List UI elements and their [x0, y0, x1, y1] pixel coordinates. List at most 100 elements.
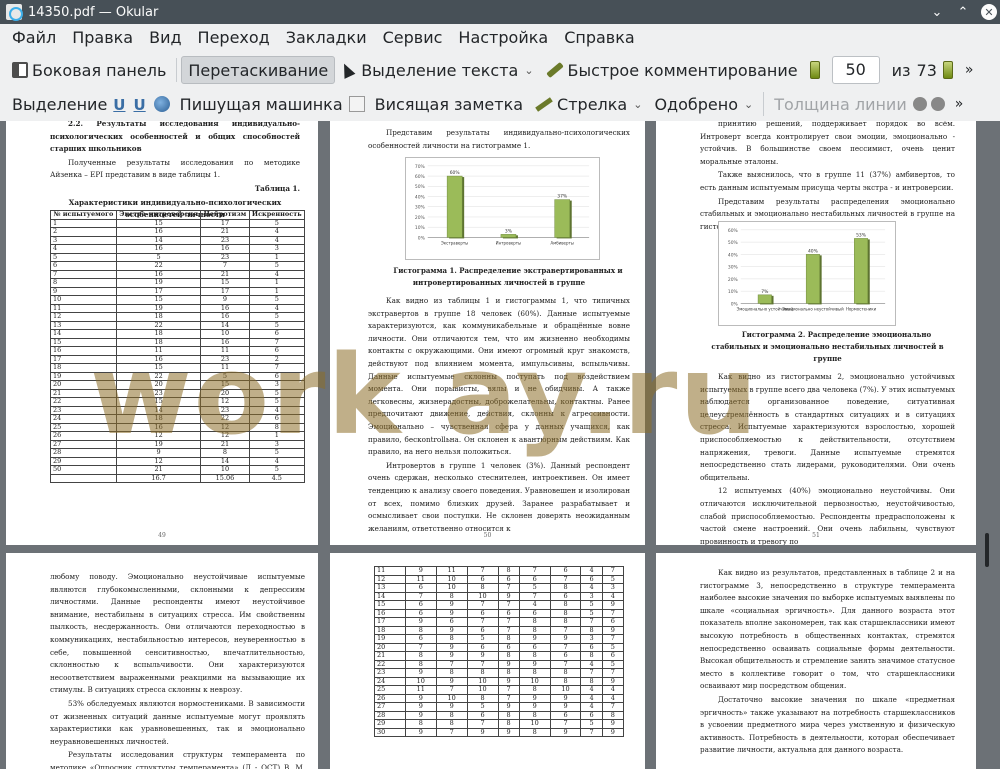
browse-tool-button[interactable]: Перетаскивание [181, 56, 336, 84]
table-row: 20 7 9 6 6 6 7 6 5 [374, 642, 625, 652]
table-cell: 9 [435, 702, 468, 712]
table-label: Таблица 1. [254, 183, 300, 193]
table-cell: 8 [497, 719, 520, 729]
squiggle-underline-icon[interactable]: U [133, 96, 145, 114]
line-width-label: Толщина линии [774, 94, 907, 114]
quick-annotation-button[interactable]: Быстрое комментирование [540, 56, 804, 84]
paragraph: 53% обследуемых являются нормостениками.… [50, 698, 305, 746]
pin-icon[interactable] [930, 97, 945, 111]
table-cell: 4 [580, 566, 603, 576]
table-cell: 7 [497, 617, 520, 627]
y-tick-label: 30% [728, 265, 738, 271]
chevron-down-icon[interactable]: ⌄ [633, 98, 642, 111]
stamp-globe-icon[interactable] [153, 96, 170, 112]
table-cell: 6 [248, 414, 306, 424]
table-row: 23 9 8 8 8 8 8 7 7 [374, 668, 625, 678]
y-tick-label: 50% [728, 240, 738, 246]
sidebar-button[interactable]: Боковая панель [6, 56, 172, 84]
table-cell: 16 [200, 312, 250, 322]
menu-file[interactable]: Файл [4, 24, 64, 52]
table-row: 12 18 16 5 [50, 312, 306, 322]
table-cell: 14 [50, 329, 117, 339]
table-cell: 9 [549, 634, 582, 644]
table-cell: 7 [200, 261, 250, 271]
overflow-menu-icon[interactable]: » [955, 96, 964, 112]
line-width-control[interactable]: Толщина линии [768, 90, 913, 118]
scrollbar-thumb[interactable] [985, 533, 989, 567]
table-cell: 9 [404, 702, 437, 712]
paragraph: Как видно из результатов, представленных… [700, 568, 955, 691]
table-row: 26 9 10 8 7 9 9 4 4 [374, 693, 625, 703]
table-cell: 5 [518, 583, 551, 593]
overflow-menu-icon[interactable]: » [965, 62, 974, 78]
minimize-icon[interactable]: ⌄ [926, 0, 948, 24]
menu-tools[interactable]: Сервис [375, 24, 451, 52]
table-cell: 8 [518, 651, 551, 661]
table-cell: 7 [601, 702, 625, 712]
table-cell: 1 [248, 278, 306, 288]
menu-help[interactable]: Справка [556, 24, 643, 52]
pdf-page-53: 11 9 11 7 8 7 6 4 7 12 11 10 6 6 6 7 6 5 13 6 10 8 7 5 8 4 3 14 7 8 10… [330, 553, 645, 769]
chart-caption: Гистограмма 1. Распределение экстраверти… [393, 266, 623, 287]
table-cell: 11 [404, 685, 437, 695]
chevron-down-icon[interactable]: ⌄ [744, 98, 753, 111]
table-row: 17 9 6 7 7 8 8 7 6 [374, 617, 625, 627]
table-cell: 7 [466, 600, 499, 610]
highlight-tool[interactable]: Выделение [6, 90, 113, 118]
text-select-button[interactable]: Выделение текста ⌄ [335, 56, 539, 84]
stamp-tool[interactable]: Одобрено ⌄ [648, 90, 759, 118]
table-header-row: № испытуемого Экстра-интроверсия Нейротизм… [50, 210, 306, 220]
table-row: 16 11 11 6 [50, 346, 306, 356]
table-cell: 6 [601, 651, 625, 661]
table-row: 26 12 12 1 [50, 431, 306, 441]
page-number: 50 [483, 532, 492, 539]
table-row: 29 8 8 7 8 10 7 5 9 [374, 719, 625, 729]
pen-icon [545, 61, 564, 79]
menu-go[interactable]: Переход [190, 24, 278, 52]
table-cell: 11 [115, 346, 202, 356]
table-cell: 3 [580, 634, 603, 644]
table-cell: 18 [115, 329, 202, 339]
table-cell: 5 [248, 397, 306, 407]
table-cell: 16 [50, 346, 117, 356]
table-row: 16 6 9 6 6 6 8 5 7 [374, 608, 625, 618]
maximize-icon[interactable]: ⌃ [952, 0, 974, 24]
table-cell: 15 [200, 380, 250, 390]
close-icon[interactable]: ✕ [978, 0, 1000, 24]
table-row: 29 12 14 4 [50, 456, 306, 466]
table-cell: 18 [50, 363, 117, 373]
underline-icon[interactable]: U [113, 96, 125, 114]
table-cell: 10 [549, 685, 582, 695]
table-cell: 5 [248, 312, 306, 322]
menu-settings[interactable]: Настройка [450, 24, 556, 52]
typewriter-tool[interactable]: Пишущая машинка [174, 90, 349, 118]
popup-note-tool[interactable]: Висящая заметка [369, 90, 529, 118]
document-view[interactable]: 2.2. Результаты исследования индивидуаль… [0, 121, 1000, 769]
paragraph: любому поводу. Эмоционально неустойчивые… [50, 572, 305, 695]
table-cell: 5 [248, 465, 306, 475]
paragraph: Достаточно высокие значения по шкале «пр… [700, 694, 955, 755]
arrow-tool[interactable]: Стрелка ⌄ [529, 90, 648, 118]
table-row: 7 16 21 4 [50, 269, 306, 279]
table-cell: 12 [115, 431, 202, 441]
menu-bookmarks[interactable]: Закладки [278, 24, 375, 52]
settings-gear-icon[interactable] [912, 97, 927, 111]
next-page-icon[interactable] [942, 61, 953, 79]
previous-page-icon[interactable] [809, 61, 820, 79]
table-row: 19 6 8 5 8 9 9 3 7 [374, 634, 625, 644]
typewriter-label: Пишущая машинка [179, 94, 343, 114]
arrow-icon [535, 96, 553, 112]
menu-view[interactable]: Вид [141, 24, 189, 52]
table-row: 27 9 9 5 9 9 9 4 7 [374, 702, 625, 712]
table-row: 30 9 7 9 9 8 9 7 9 [374, 727, 625, 737]
chevron-down-icon[interactable]: ⌄ [524, 64, 533, 77]
page-number-input[interactable]: 50 [831, 56, 880, 84]
page-number: 49 [158, 532, 166, 539]
data-table: 11 9 11 7 8 7 6 4 7 12 11 10 6 6 6 7 6 5 13 6 10 8 7 5 8 4 3 14 7 8 10… [374, 566, 625, 737]
table-row: 4 16 16 3 [50, 244, 306, 254]
table-row: 28 9 8 6 8 8 6 6 8 [374, 710, 625, 720]
menu-edit[interactable]: Правка [64, 24, 141, 52]
vertical-scrollbar[interactable] [982, 121, 994, 769]
x-tick-label: Экстраверты [441, 240, 468, 245]
y-tick-label: 60% [728, 228, 738, 234]
